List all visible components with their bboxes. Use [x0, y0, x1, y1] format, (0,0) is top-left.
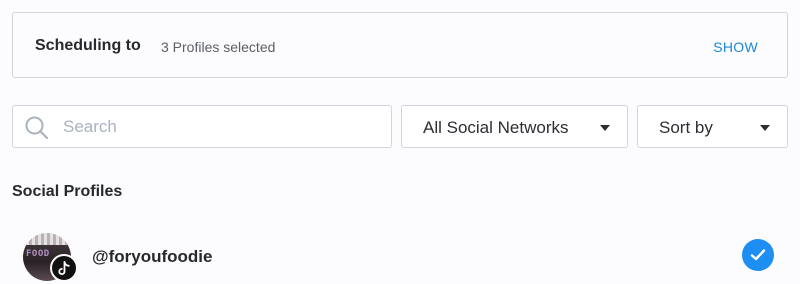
- social-networks-dropdown[interactable]: All Social Networks: [401, 105, 628, 148]
- social-networks-selected: All Social Networks: [423, 118, 569, 137]
- social-profiles-heading: Social Profiles: [12, 183, 123, 200]
- avatar-logo-text: FOOD: [26, 249, 50, 259]
- scheduling-summary: Scheduling to 3 Profiles selected SHOW: [12, 12, 788, 78]
- show-button[interactable]: SHOW: [713, 39, 758, 55]
- profile-select-checkbox[interactable]: [742, 239, 774, 271]
- scheduling-title: Scheduling to: [35, 37, 141, 54]
- search-input[interactable]: [63, 106, 383, 147]
- caret-down-icon: [600, 125, 610, 131]
- sort-by-dropdown[interactable]: Sort by: [637, 105, 788, 148]
- sort-by-selected: Sort by: [659, 118, 713, 137]
- tiktok-icon: [50, 254, 78, 282]
- profile-handle: @foryoufoodie: [92, 247, 213, 266]
- search-icon: [24, 115, 50, 141]
- profile-item[interactable]: FOOD @foryoufoodie: [12, 228, 788, 284]
- caret-down-icon: [760, 125, 770, 131]
- selected-profiles-count: 3 Profiles selected: [161, 39, 276, 55]
- checkmark-icon: [750, 249, 766, 261]
- avatar-awning: [23, 233, 71, 245]
- search-field[interactable]: [12, 105, 392, 148]
